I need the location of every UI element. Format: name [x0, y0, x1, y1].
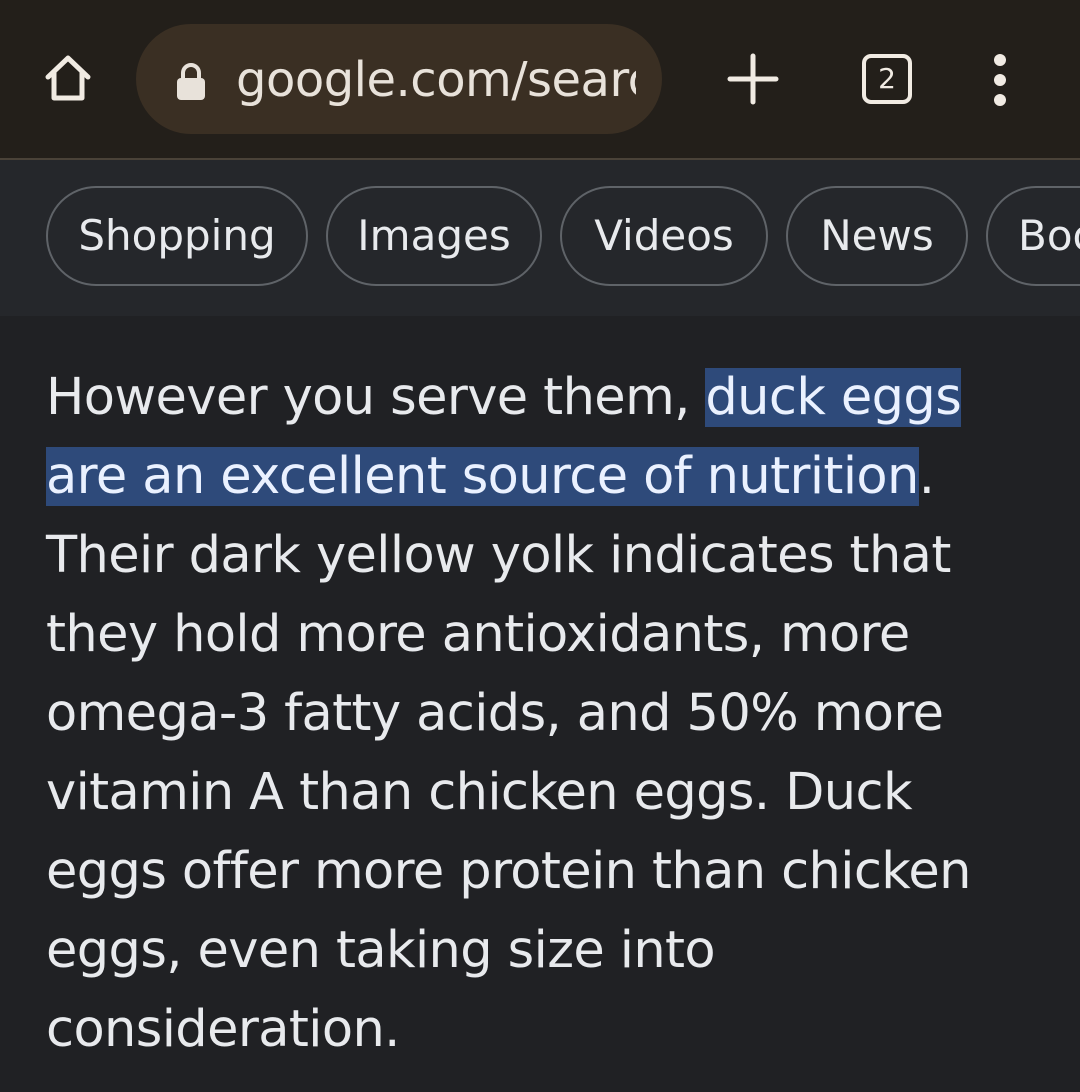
featured-snippet-text: However you serve them, duck eggs are an…: [46, 358, 1046, 1069]
chip-videos[interactable]: Videos: [560, 186, 768, 286]
chip-books[interactable]: Books: [986, 186, 1080, 286]
plus-icon[interactable]: [722, 48, 784, 110]
url-text[interactable]: google.com/search: [236, 50, 636, 110]
snippet-text-before: However you serve them,: [46, 368, 706, 427]
tab-count: 2: [878, 62, 896, 95]
snippet-text-after: . Their dark yellow yolk indicates that …: [46, 447, 971, 1059]
home-button[interactable]: [36, 46, 100, 110]
chip-shopping[interactable]: Shopping: [46, 186, 308, 286]
address-bar[interactable]: google.com/search: [136, 24, 662, 134]
chip-news[interactable]: News: [786, 186, 968, 286]
home-icon: [45, 55, 91, 101]
browser-toolbar: google.com/search 2: [0, 0, 1080, 160]
tab-switcher-button[interactable]: 2: [862, 54, 912, 104]
search-filter-chips: Shopping Images Videos News Books: [0, 160, 1080, 316]
more-vert-icon[interactable]: [980, 50, 1020, 110]
chip-images[interactable]: Images: [326, 186, 542, 286]
lock-icon: [177, 63, 205, 100]
